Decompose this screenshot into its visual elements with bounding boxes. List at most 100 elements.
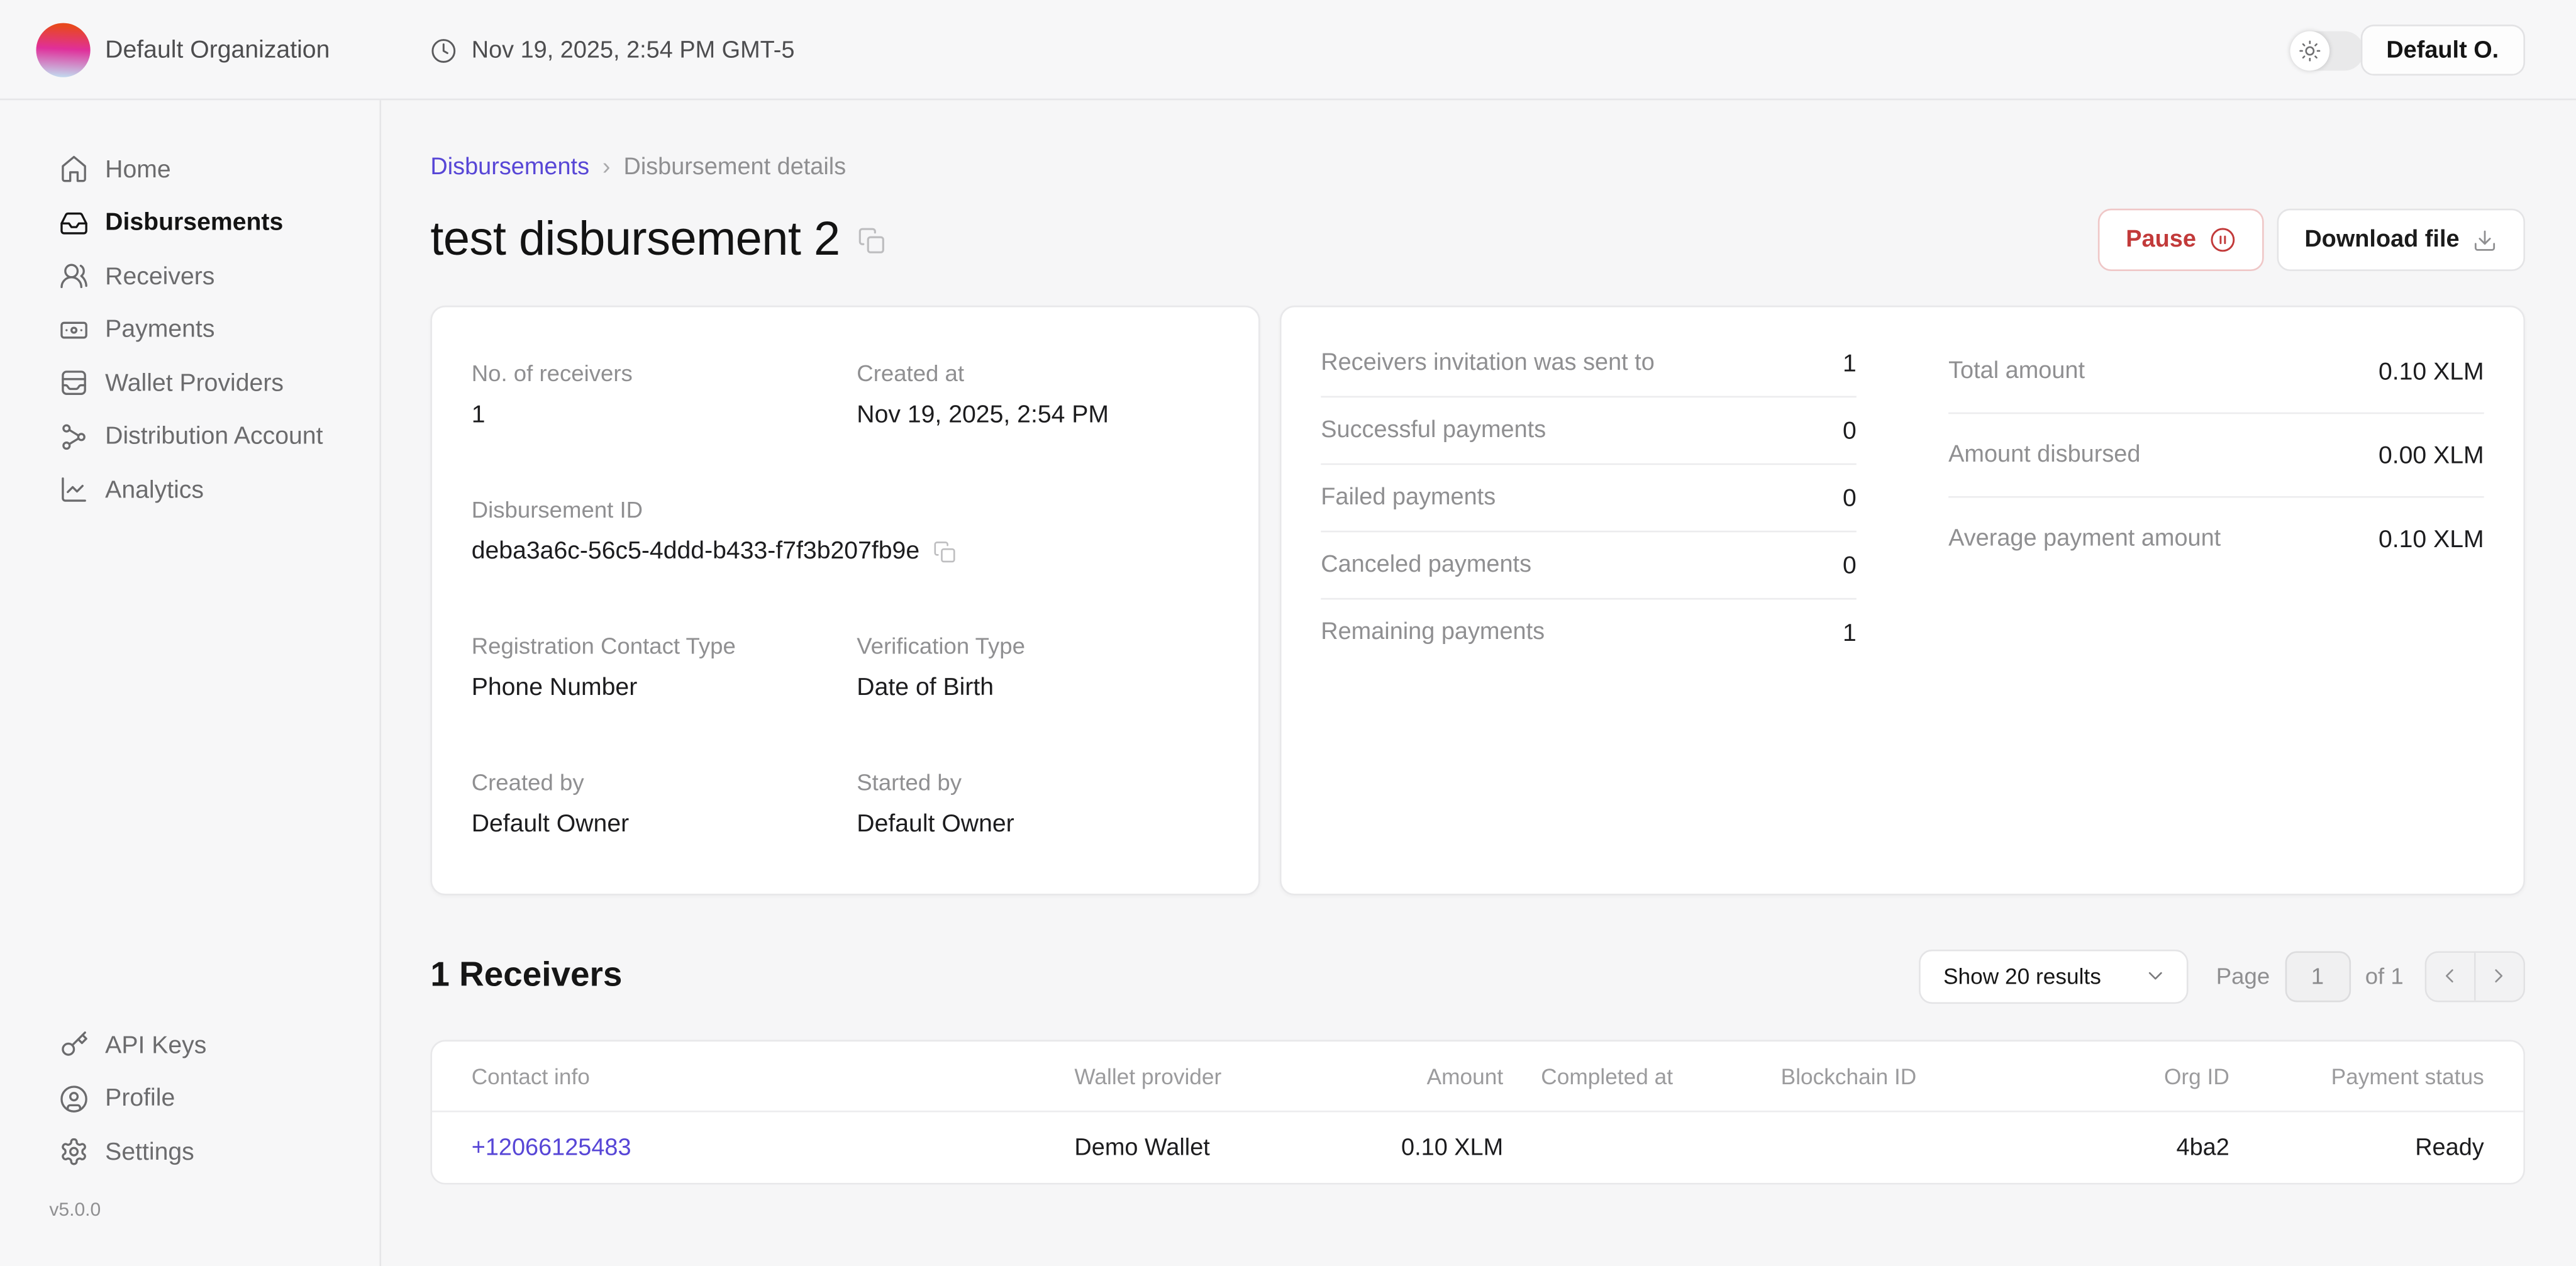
wallet-icon bbox=[59, 369, 89, 398]
app-root: Default Organization Nov 19, 2025, 2:54 … bbox=[0, 0, 2576, 1266]
field-created-at: Created at Nov 19, 2025, 2:54 PM bbox=[857, 360, 1219, 429]
column-header-completed-at: Completed at bbox=[1503, 1063, 1780, 1088]
receivers-heading: 1 Receivers bbox=[430, 956, 622, 996]
receiver-contact-link[interactable]: +12066125483 bbox=[472, 1135, 631, 1161]
stat-label: Successful payments bbox=[1321, 418, 1546, 444]
download-button-label: Download file bbox=[2304, 226, 2459, 253]
breadcrumb: Disbursements › Disbursement details bbox=[430, 155, 2525, 181]
field-label: Registration Contact Type bbox=[472, 633, 834, 659]
show-results-label: Show 20 results bbox=[1943, 963, 2101, 988]
field-registration-contact-type: Registration Contact Type Phone Number bbox=[472, 633, 834, 702]
previous-page-button[interactable] bbox=[2426, 952, 2475, 1000]
current-time: Nov 19, 2025, 2:54 PM GMT-5 bbox=[430, 0, 794, 100]
field-no-of-receivers: No. of receivers 1 bbox=[472, 360, 834, 429]
sidebar-item-wallet-providers[interactable]: Wallet Providers bbox=[0, 357, 379, 410]
sidebar-item-label: Wallet Providers bbox=[105, 369, 284, 397]
page-actions: Pause Download file bbox=[2098, 209, 2525, 271]
field-value: Date of Birth bbox=[857, 674, 1219, 701]
field-created-by: Created by Default Owner bbox=[472, 769, 834, 838]
sidebar-item-label: Analytics bbox=[105, 476, 204, 504]
disbursement-id-value: deba3a6c-56c5-4ddd-b433-f7f3b207fb9e bbox=[472, 537, 919, 565]
page-count-label: of 1 bbox=[2365, 963, 2404, 989]
page-label: Page bbox=[2216, 963, 2270, 989]
inbox-icon bbox=[59, 208, 89, 238]
sidebar-item-settings[interactable]: Settings bbox=[0, 1125, 379, 1179]
stat-label: Remaining payments bbox=[1321, 619, 1545, 646]
chart-line-icon bbox=[59, 475, 89, 505]
table-row: +12066125483 Demo Wallet 0.10 XLM 4ba2 R… bbox=[432, 1112, 2523, 1182]
sidebar-item-label: Distribution Account bbox=[105, 423, 323, 450]
field-started-by: Started by Default Owner bbox=[857, 769, 1219, 838]
stat-row-amount-disbursed: Amount disbursed 0.00 XLM bbox=[1948, 414, 2484, 497]
chevron-right-icon bbox=[2488, 964, 2511, 987]
sidebar-item-home[interactable]: Home bbox=[0, 143, 379, 196]
summary-cards: No. of receivers 1 Created at Nov 19, 20… bbox=[430, 306, 2525, 896]
sidebar-item-distribution-account[interactable]: Distribution Account bbox=[0, 410, 379, 464]
details-card: No. of receivers 1 Created at Nov 19, 20… bbox=[430, 306, 1260, 896]
sidebar-item-label: Receivers bbox=[105, 262, 214, 290]
column-header-blockchain-id: Blockchain ID bbox=[1781, 1063, 2109, 1088]
stat-row-invitations: Receivers invitation was sent to 1 bbox=[1321, 330, 1857, 397]
stat-row-successful: Successful payments 0 bbox=[1321, 397, 1857, 465]
key-icon bbox=[59, 1031, 89, 1060]
next-page-button[interactable] bbox=[2475, 952, 2523, 1000]
field-value: Nov 19, 2025, 2:54 PM bbox=[857, 401, 1219, 428]
sidebar-item-label: API Keys bbox=[105, 1031, 206, 1059]
sidebar-item-api-keys[interactable]: API Keys bbox=[0, 1019, 379, 1072]
stat-label: Canceled payments bbox=[1321, 552, 1531, 579]
chevron-down-icon bbox=[2144, 964, 2167, 987]
account-button[interactable]: Default O. bbox=[2360, 25, 2525, 75]
sidebar-item-profile[interactable]: Profile bbox=[0, 1072, 379, 1125]
sidebar-nav: Home Disbursements Receivers Payments Wa… bbox=[0, 143, 379, 516]
clock-icon bbox=[430, 37, 457, 64]
copy-disbursement-id-button[interactable] bbox=[933, 540, 956, 563]
cell-wallet-provider: Demo Wallet bbox=[1074, 1135, 1353, 1161]
stat-value: 0 bbox=[1843, 416, 1857, 444]
field-value: Default Owner bbox=[472, 810, 834, 838]
stat-label: Average payment amount bbox=[1948, 526, 2221, 552]
field-value: Default Owner bbox=[857, 810, 1219, 838]
stat-label: Failed payments bbox=[1321, 485, 1496, 511]
table-header-row: Contact info Wallet provider Amount Comp… bbox=[432, 1041, 2523, 1112]
stat-row-average-payment: Average payment amount 0.10 XLM bbox=[1948, 498, 2484, 580]
field-label: No. of receivers bbox=[472, 360, 834, 386]
sidebar-item-payments[interactable]: Payments bbox=[0, 303, 379, 357]
download-file-button[interactable]: Download file bbox=[2277, 209, 2525, 271]
stat-value: 0.10 XLM bbox=[2379, 525, 2484, 553]
stat-value: 0 bbox=[1843, 551, 1857, 579]
stat-value: 0.10 XLM bbox=[2379, 357, 2484, 385]
users-icon bbox=[59, 262, 89, 291]
sidebar-item-label: Profile bbox=[105, 1085, 175, 1113]
pagination-controls: Show 20 results Page of 1 bbox=[1919, 949, 2525, 1003]
show-results-select[interactable]: Show 20 results bbox=[1919, 949, 2189, 1003]
sidebar-bottom-nav: API Keys Profile Settings v5.0.0 bbox=[0, 1019, 379, 1220]
field-value: Phone Number bbox=[472, 674, 834, 701]
column-header-org-id: Org ID bbox=[2109, 1063, 2229, 1088]
top-bar: Default Organization Nov 19, 2025, 2:54 … bbox=[0, 0, 2576, 100]
theme-toggle[interactable] bbox=[2290, 31, 2364, 71]
sidebar-item-disbursements[interactable]: Disbursements bbox=[0, 196, 379, 250]
app-version: v5.0.0 bbox=[0, 1200, 379, 1219]
copy-title-button[interactable] bbox=[858, 226, 886, 253]
stat-value: 1 bbox=[1843, 349, 1857, 377]
field-label: Disbursement ID bbox=[472, 496, 1219, 523]
copy-icon bbox=[858, 226, 886, 253]
home-icon bbox=[59, 155, 89, 184]
stat-row-total-amount: Total amount 0.10 XLM bbox=[1948, 330, 2484, 414]
page-number-input[interactable] bbox=[2285, 950, 2350, 1001]
sidebar-item-analytics[interactable]: Analytics bbox=[0, 464, 379, 517]
stat-label: Amount disbursed bbox=[1948, 442, 2140, 469]
pause-button[interactable]: Pause bbox=[2098, 209, 2263, 271]
sidebar-item-receivers[interactable]: Receivers bbox=[0, 250, 379, 303]
field-disbursement-id: Disbursement ID deba3a6c-56c5-4ddd-b433-… bbox=[472, 496, 1219, 565]
field-label: Created at bbox=[857, 360, 1219, 386]
field-label: Verification Type bbox=[857, 633, 1219, 659]
breadcrumb-disbursements-link[interactable]: Disbursements bbox=[430, 155, 589, 181]
stat-label: Receivers invitation was sent to bbox=[1321, 350, 1655, 376]
field-label: Started by bbox=[857, 769, 1219, 796]
page-nav-group bbox=[2425, 950, 2525, 1001]
chevron-left-icon bbox=[2438, 964, 2462, 987]
field-value: 1 bbox=[472, 401, 834, 428]
breadcrumb-separator: › bbox=[602, 155, 611, 181]
org-name: Default Organization bbox=[105, 0, 330, 100]
